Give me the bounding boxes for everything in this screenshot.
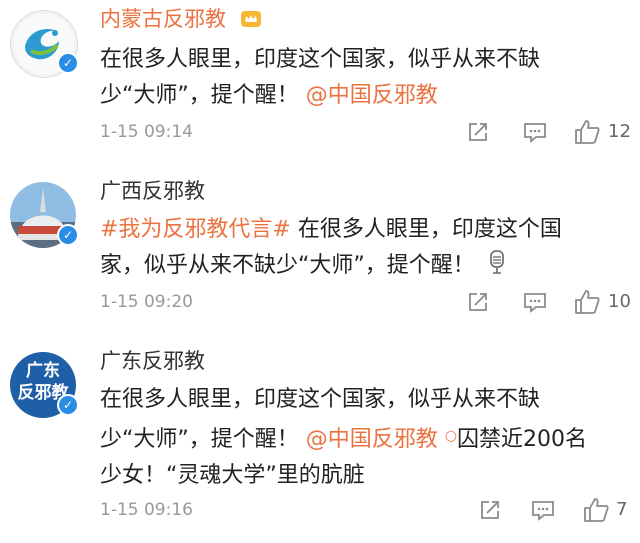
share-icon[interactable] [466, 120, 490, 144]
post-text-line: 在很多人眼里，印度这个国家，似乎从来不缺 [100, 387, 541, 412]
post-text-line: 在很多人眼里，印度这个国 [290, 217, 562, 242]
post-2: ✓ 广西反邪教 #我为反邪教代言# 在很多人眼里，印度这个国 家，似乎从来不缺少… [0, 170, 640, 340]
post-text-line: 在很多人眼里，印度这个国家，似乎从来不缺 [100, 47, 541, 72]
timestamp: 1-15 09:20 [100, 292, 193, 312]
mention-link[interactable]: @中国反邪教 [306, 427, 438, 452]
comment-icon[interactable] [522, 290, 548, 314]
post-text-line: 少“大师”，提个醒！ [100, 83, 299, 108]
verified-badge-icon: ✓ [57, 52, 79, 74]
mention-link[interactable]: @中国反邪教 [306, 83, 438, 108]
hashtag-link[interactable]: #我为反邪教代言# [100, 217, 291, 242]
like-icon[interactable] [573, 288, 601, 316]
post-3: 广东 反邪教 ✓ 广东反邪教 在很多人眼里，印度这个国家，似乎从来不缺 少“大师… [0, 340, 640, 543]
share-icon[interactable] [478, 498, 502, 522]
timestamp: 1-15 09:16 [100, 500, 193, 520]
post-text-line: 少“大师”，提个醒！ [100, 427, 299, 452]
like-icon[interactable] [573, 118, 601, 146]
article-link-title[interactable]: 囚禁近200名 [457, 427, 587, 452]
article-link-icon[interactable]: ○ [445, 428, 457, 444]
like-count: 10 [608, 291, 631, 312]
post-text: 在很多人眼里，印度这个国家，似乎从来不缺 少“大师”，提个醒！ @中国反邪教 [100, 42, 630, 114]
verified-badge-icon: ✓ [57, 394, 79, 416]
author-name[interactable]: 内蒙古反邪教 [100, 6, 226, 32]
share-icon[interactable] [466, 290, 490, 314]
post-text-line: 家，似乎从来不缺少“大师”，提个醒！ [100, 253, 475, 278]
timestamp: 1-15 09:14 [100, 122, 193, 142]
comment-icon[interactable] [522, 120, 548, 144]
post-text: 在很多人眼里，印度这个国家，似乎从来不缺 少“大师”，提个醒！ @中国反邪教 ○… [100, 382, 630, 494]
author-name[interactable]: 广西反邪教 [100, 178, 205, 204]
author-name[interactable]: 广东反邪教 [100, 348, 205, 374]
like-count: 7 [616, 499, 628, 520]
post-text-line: 少女！“灵魂大学”里的肮脏 [100, 463, 365, 488]
like-count: 12 [608, 121, 631, 142]
comment-icon[interactable] [530, 498, 556, 522]
audio-icon[interactable] [488, 250, 506, 276]
post-1: ✓ 内蒙古反邪教 在很多人眼里，印度这个国家，似乎从来不缺 少“大师”，提个醒！… [0, 0, 640, 170]
avatar-text-line: 广东 [26, 361, 60, 381]
like-icon[interactable] [582, 496, 610, 524]
verified-badge-icon: ✓ [57, 224, 79, 246]
member-crown-icon [241, 11, 261, 27]
post-text: #我为反邪教代言# 在很多人眼里，印度这个国 家，似乎从来不缺少“大师”，提个醒… [100, 212, 630, 284]
